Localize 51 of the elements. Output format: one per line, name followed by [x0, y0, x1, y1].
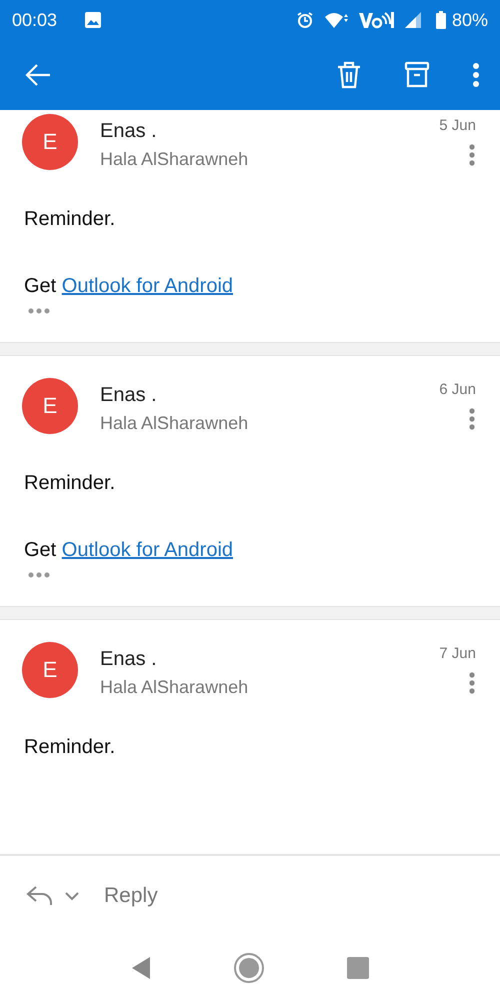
reply-button[interactable] — [26, 885, 54, 907]
sender-name: Enas . — [100, 120, 158, 143]
avatar: E — [22, 378, 78, 434]
status-time: 00:03 — [12, 10, 58, 30]
volte-icon — [358, 10, 394, 30]
message-date: 7 Jun — [439, 645, 476, 662]
trash-icon — [336, 61, 362, 89]
sender-name: Enas . — [100, 384, 158, 407]
back-icon[interactable] — [131, 956, 151, 980]
archive-button[interactable] — [404, 61, 430, 89]
ellipsis-icon — [28, 572, 50, 578]
body-text: Reminder. — [24, 208, 116, 231]
more-vertical-icon — [469, 672, 475, 694]
message-menu-button[interactable] — [469, 144, 476, 166]
body-text: Reminder. — [24, 736, 116, 759]
message-date: 6 Jun — [439, 381, 476, 398]
outlook-link[interactable]: Outlook for Android — [62, 539, 234, 561]
signature-text: Get Outlook for Android — [24, 539, 234, 562]
message-date: 5 Jun — [439, 117, 476, 134]
avatar: E — [22, 642, 78, 698]
show-quoted-button[interactable] — [28, 572, 50, 578]
message-menu-button[interactable] — [469, 672, 476, 694]
more-vertical-icon — [469, 408, 475, 430]
outlook-link[interactable]: Outlook for Android — [62, 275, 234, 297]
more-options-button[interactable] — [472, 62, 480, 88]
delete-button[interactable] — [336, 61, 362, 89]
more-vertical-icon — [469, 144, 475, 166]
battery-level: 80% — [452, 10, 488, 30]
ellipsis-icon — [28, 308, 50, 314]
alarm-icon — [296, 11, 314, 29]
message-menu-button[interactable] — [469, 408, 476, 430]
image-icon — [85, 12, 102, 28]
back-arrow-icon — [24, 63, 52, 87]
wifi-icon — [324, 11, 348, 29]
chevron-down-icon — [64, 891, 80, 901]
archive-icon — [404, 61, 430, 89]
reply-options-button[interactable] — [64, 891, 80, 901]
home-icon[interactable] — [233, 952, 265, 984]
signature-text: Get Outlook for Android — [24, 275, 234, 298]
back-button[interactable] — [24, 63, 52, 87]
more-vertical-icon — [472, 62, 480, 88]
body-text: Reminder. — [24, 472, 116, 495]
show-quoted-button[interactable] — [28, 308, 50, 314]
recipient-name: Hala AlSharawneh — [100, 149, 250, 170]
reply-icon — [26, 885, 54, 907]
battery-icon — [436, 11, 446, 29]
recipient-name: Hala AlSharawneh — [100, 413, 250, 434]
sender-name: Enas . — [100, 648, 158, 671]
reply-label[interactable]: Reply — [104, 884, 158, 908]
avatar: E — [22, 114, 78, 170]
recipient-name: Hala AlSharawneh — [100, 677, 250, 698]
